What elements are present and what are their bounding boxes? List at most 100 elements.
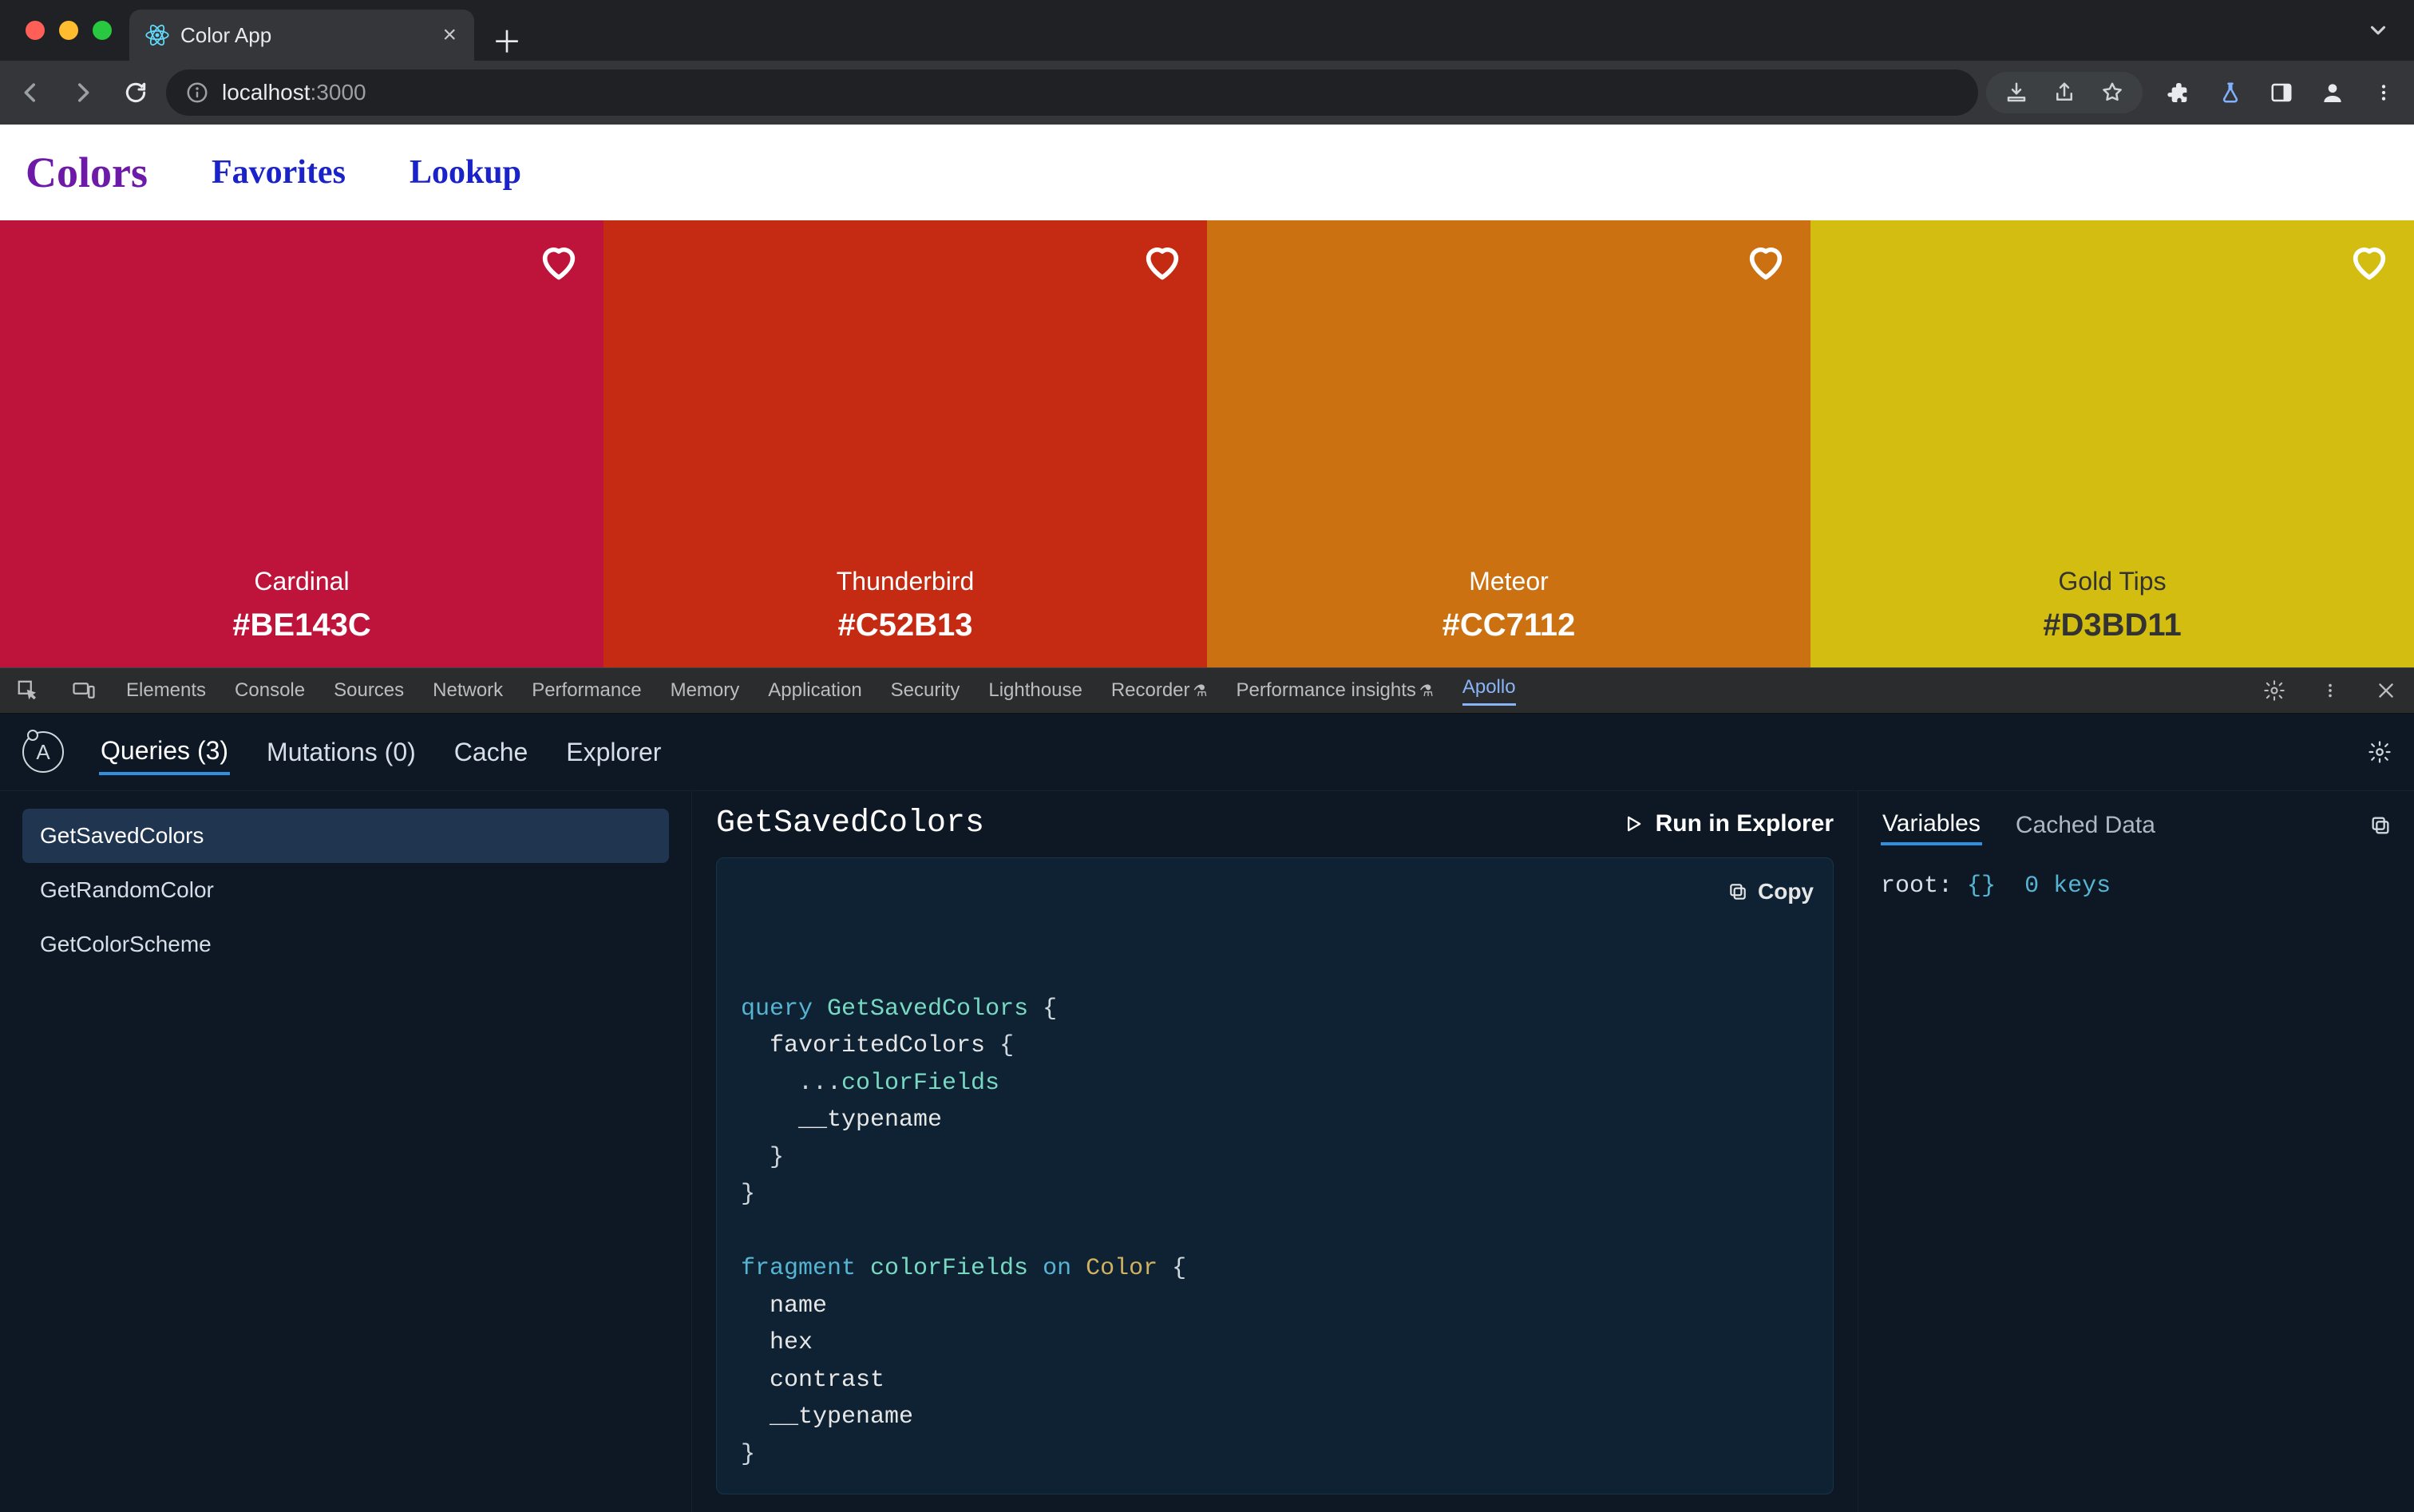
apollo-panel: A Queries (3) Mutations (0) Cache Explor… (0, 714, 2414, 1512)
apollo-rtab-cached[interactable]: Cached Data (2014, 807, 2157, 844)
tab-close-icon[interactable]: × (442, 23, 457, 47)
play-icon (1622, 813, 1644, 835)
tab-title: Color App (180, 23, 431, 48)
labs-flask-icon[interactable] (2216, 78, 2245, 107)
favorite-heart-icon[interactable] (1745, 241, 1787, 283)
side-panel-icon[interactable] (2267, 78, 2296, 107)
devtools-tab-application[interactable]: Application (768, 679, 861, 702)
devtools-tab-lighthouse[interactable]: Lighthouse (988, 679, 1082, 702)
query-list-item[interactable]: GetSavedColors (22, 809, 669, 863)
devtools-settings-icon[interactable] (2261, 677, 2288, 704)
inspect-element-icon[interactable] (14, 677, 42, 704)
devtools-tab-sources[interactable]: Sources (334, 679, 404, 702)
kebab-menu-icon[interactable] (2369, 78, 2398, 107)
tabs-menu-button[interactable] (2366, 18, 2390, 42)
color-swatch: Cardinal #BE143C (0, 220, 604, 667)
device-toolbar-icon[interactable] (70, 677, 97, 704)
window-controls (11, 0, 129, 61)
nav-favorites-link[interactable]: Favorites (212, 153, 346, 192)
toolbar-icons (1986, 72, 2398, 113)
omnibox-url: localhost:3000 (222, 80, 366, 105)
bookmark-star-icon[interactable] (2098, 78, 2127, 107)
color-swatch-row: Cardinal#BE143CThunderbird#C52B13Meteor#… (0, 220, 2414, 667)
devtools-tab-perf-insights[interactable]: Performance insights⚗ (1236, 679, 1433, 702)
vars-root-meta: 0 keys (2024, 873, 2111, 900)
new-tab-button[interactable]: ＋ (485, 18, 528, 61)
apollo-detail: GetSavedColors Run in Explorer Copy quer… (691, 791, 1858, 1512)
nav-forward-button[interactable] (61, 70, 105, 115)
vars-root-value: {} (1967, 873, 1996, 900)
brand-logo[interactable]: Colors (26, 148, 148, 197)
copy-icon (1727, 881, 1748, 902)
apollo-tab-queries[interactable]: Queries (3) (99, 730, 230, 775)
apollo-right-tabs: Variables Cached Data (1881, 805, 2392, 845)
variables-display: root: {} 0 keys (1881, 873, 2392, 900)
apollo-main: GetSavedColors Run in Explorer Copy quer… (691, 791, 2414, 1512)
devtools-tab-performance[interactable]: Performance (532, 679, 641, 702)
tab-strip: Color App × ＋ (0, 0, 2414, 61)
apollo-settings-icon[interactable] (2368, 740, 2392, 764)
apollo-tabs: A Queries (3) Mutations (0) Cache Explor… (0, 714, 2414, 791)
swatch-name: Gold Tips (2058, 567, 2166, 596)
swatch-name: Meteor (1469, 567, 1549, 596)
devtools-tab-elements[interactable]: Elements (126, 679, 206, 702)
swatch-hex: #D3BD11 (2043, 608, 2181, 643)
run-in-explorer-label: Run in Explorer (1656, 810, 1834, 837)
window-minimize-button[interactable] (59, 21, 78, 40)
flask-icon: ⚗ (1419, 683, 1434, 700)
browser-toolbar: localhost:3000 (0, 61, 2414, 125)
browser-chrome: Color App × ＋ localhost:3000 (0, 0, 2414, 125)
favorite-heart-icon[interactable] (538, 241, 580, 283)
install-app-icon[interactable] (2002, 78, 2031, 107)
copy-button[interactable]: Copy (1727, 874, 1814, 908)
omnibox[interactable]: localhost:3000 (166, 69, 1978, 116)
devtools-tabbar: Elements Console Sources Network Perform… (0, 667, 2414, 714)
apollo-rtab-variables[interactable]: Variables (1881, 805, 1982, 845)
color-swatch: Thunderbird #C52B13 (604, 220, 1207, 667)
extensions-icon[interactable] (2165, 78, 2194, 107)
profile-avatar-icon[interactable] (2318, 78, 2347, 107)
window-close-button[interactable] (26, 21, 45, 40)
devtools-close-icon[interactable] (2372, 677, 2400, 704)
page-content: Colors Favorites Lookup Cardinal #BE143C T… (0, 125, 2414, 667)
favorite-heart-icon[interactable] (2349, 241, 2390, 283)
swatch-name: Thunderbird (837, 567, 975, 596)
browser-tab[interactable]: Color App × (129, 10, 474, 61)
apollo-tab-mutations[interactable]: Mutations (0) (265, 731, 418, 774)
site-info-icon[interactable] (185, 81, 209, 105)
devtools-kebab-icon[interactable] (2317, 677, 2344, 704)
query-list-item[interactable]: GetRandomColor (22, 863, 669, 917)
copy-variables-icon[interactable] (2369, 814, 2392, 837)
apollo-tab-explorer[interactable]: Explorer (564, 731, 663, 774)
devtools-tab-network[interactable]: Network (433, 679, 503, 702)
devtools-tab-console[interactable]: Console (235, 679, 305, 702)
page-header: Colors Favorites Lookup (0, 125, 2414, 220)
window-zoom-button[interactable] (93, 21, 112, 40)
query-list-item[interactable]: GetColorScheme (22, 917, 669, 972)
apollo-body: GetSavedColorsGetRandomColorGetColorSche… (0, 791, 2414, 1512)
favorite-heart-icon[interactable] (1142, 241, 1183, 283)
apollo-right-panel: Variables Cached Data root: {} 0 keys (1858, 791, 2414, 1512)
nav-back-button[interactable] (8, 70, 53, 115)
devtools-tab-memory[interactable]: Memory (671, 679, 740, 702)
apollo-detail-header: GetSavedColors Run in Explorer (716, 805, 1834, 841)
url-host: localhost (222, 80, 311, 105)
query-code-block: Copy query GetSavedColors { favoritedCol… (716, 857, 1834, 1494)
nav-lookup-link[interactable]: Lookup (410, 153, 521, 192)
swatch-name: Cardinal (254, 567, 349, 596)
url-port: :3000 (311, 80, 366, 105)
run-in-explorer-button[interactable]: Run in Explorer (1622, 810, 1834, 837)
devtools-tab-apollo[interactable]: Apollo (1462, 676, 1516, 706)
color-swatch: Gold Tips #D3BD11 (1810, 220, 2414, 667)
share-icon[interactable] (2050, 78, 2079, 107)
apollo-detail-title: GetSavedColors (716, 805, 1606, 841)
color-swatch: Meteor#CC7112 (1207, 220, 1810, 667)
devtools-tab-recorder[interactable]: Recorder⚗ (1111, 679, 1208, 702)
swatch-hex: #BE143C (232, 608, 370, 643)
nav-reload-button[interactable] (113, 70, 158, 115)
apollo-tab-cache[interactable]: Cache (453, 731, 530, 774)
swatch-hex: #C52B13 (837, 608, 972, 643)
toolbar-pill (1986, 72, 2143, 113)
devtools-tab-security[interactable]: Security (891, 679, 960, 702)
vars-root-label: root: (1881, 873, 1953, 900)
